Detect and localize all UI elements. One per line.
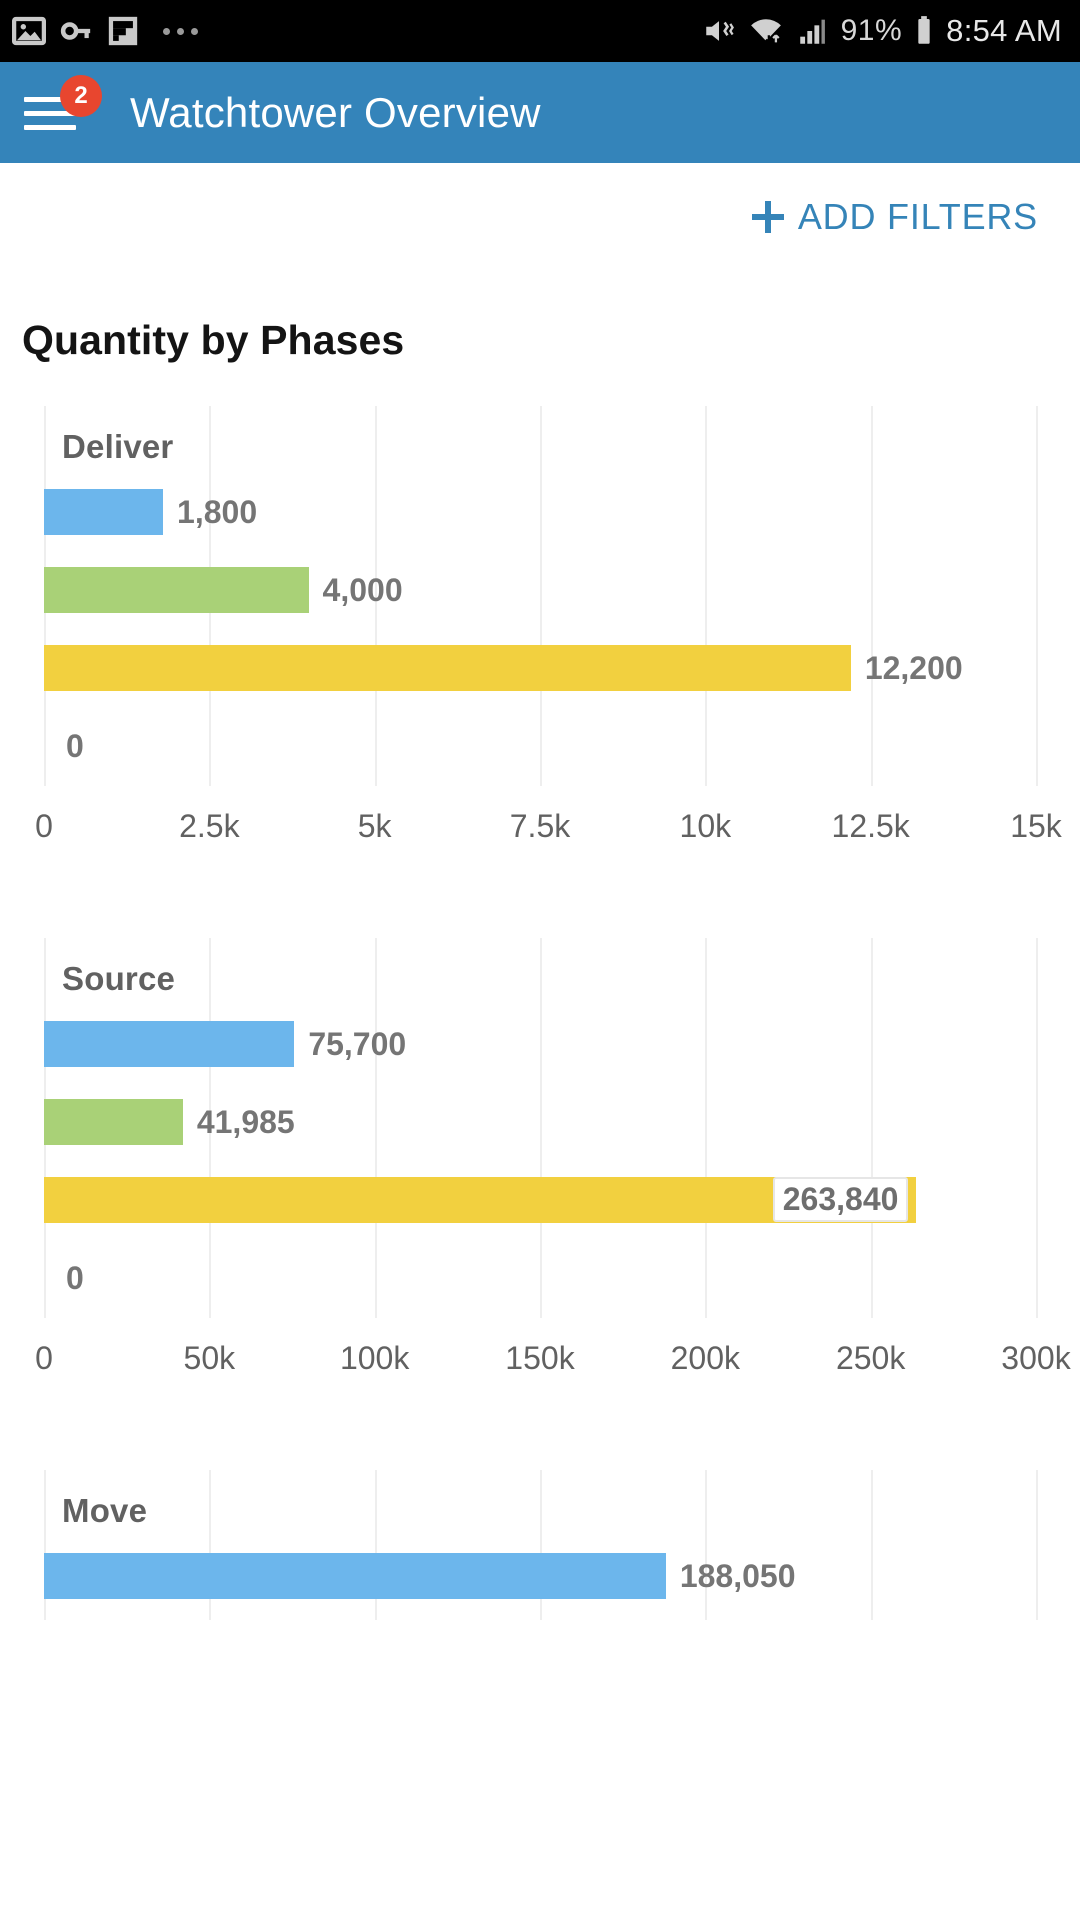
- status-bar: 91% 8:54 AM: [0, 0, 1080, 62]
- axis-tick-label: 2.5k: [179, 808, 240, 844]
- bar-row[interactable]: 188,050: [44, 1548, 1036, 1604]
- flipboard-icon: [108, 16, 138, 46]
- signal-icon: [799, 19, 825, 44]
- axis-tick-label: 10k: [679, 808, 732, 844]
- bar-value-label: 263,840: [772, 1177, 909, 1222]
- bar-row[interactable]: 41,985: [44, 1094, 1036, 1150]
- axis-tick-label: 300k: [1001, 1340, 1071, 1376]
- x-axis: 0 2.5k 5k 7.5k 10k 12.5k 15k: [35, 786, 1062, 862]
- bar[interactable]: [44, 489, 164, 535]
- app-bar: 2 Watchtower Overview: [0, 62, 1080, 163]
- main-content: ADD FILTERS Quantity by Phases Deliver 1,…: [0, 163, 1080, 1620]
- bar-row[interactable]: 4,000: [44, 562, 1036, 618]
- axis-tick-label: 12.5k: [831, 808, 910, 844]
- bar-row[interactable]: 0: [44, 718, 1036, 774]
- axis-tick-label: 250k: [835, 1340, 906, 1376]
- overflow-dots-icon: [163, 27, 198, 35]
- wifi-icon: [750, 19, 781, 44]
- status-bar-right-icons: 91% 8:54 AM: [702, 13, 1062, 49]
- bar[interactable]: [44, 1099, 183, 1145]
- category-label: Deliver: [62, 428, 174, 465]
- bar-group: 188,050: [44, 1548, 1036, 1626]
- axis-tick-label: 150k: [505, 1340, 575, 1376]
- chart-move: Move 188,050: [0, 1470, 1080, 1620]
- notification-badge: 2: [60, 74, 102, 117]
- bar-value-label: 0: [66, 727, 84, 764]
- page-title: Watchtower Overview: [130, 88, 541, 136]
- bar-row[interactable]: 0: [44, 1250, 1036, 1306]
- plot-area: Deliver 1,800 4,000 12,200 0: [44, 406, 1038, 786]
- bar-group: 1,800 4,000 12,200 0: [44, 484, 1036, 796]
- chart-source: Source 75,700 41,985 263,840 0 0 50k 100k 150k 20…: [0, 938, 1080, 1394]
- axis-tick-label: 100k: [339, 1340, 410, 1376]
- section-title: Quantity by Phases: [22, 317, 405, 363]
- axis-tick-label: 7.5k: [509, 808, 571, 844]
- plot-area: Move 188,050: [44, 1470, 1038, 1620]
- bar-value-label: 41,985: [196, 1103, 295, 1140]
- bar-group: 75,700 41,985 263,840 0: [44, 1016, 1036, 1328]
- mute-vibrate-icon: [705, 21, 734, 41]
- filters-toolbar: ADD FILTERS: [0, 163, 1080, 271]
- bar[interactable]: 263,840: [44, 1177, 917, 1223]
- axis-tick-label: 0: [35, 1340, 53, 1376]
- battery-icon: [918, 16, 930, 44]
- bar-value-label: 4,000: [322, 571, 403, 608]
- image-icon: [12, 16, 46, 46]
- bar[interactable]: [44, 1021, 295, 1067]
- axis-tick-label: 50k: [183, 1340, 236, 1376]
- chart-deliver: Deliver 1,800 4,000 12,200 0 0 2.5k 5k 7.5k 10k 12…: [0, 406, 1080, 862]
- category-label: Move: [62, 1492, 148, 1529]
- bar-row[interactable]: 1,800: [44, 484, 1036, 540]
- axis-tick-label: 5k: [357, 808, 392, 844]
- axis-tick-label: 200k: [670, 1340, 741, 1376]
- bar-row[interactable]: 75,700: [44, 1016, 1036, 1072]
- bar[interactable]: [44, 645, 851, 691]
- gridline: [1036, 938, 1038, 1318]
- hamburger-menu-icon[interactable]: 2: [24, 74, 102, 135]
- battery-percent-label: 91%: [840, 14, 903, 47]
- clock-label: 8:54 AM: [946, 13, 1062, 48]
- plot-area: Source 75,700 41,985 263,840 0: [44, 938, 1038, 1318]
- category-label: Source: [62, 960, 176, 997]
- add-filters-button[interactable]: ADD FILTERS: [751, 196, 1038, 238]
- bar-value-label: 0: [66, 1259, 84, 1296]
- gridline: [1036, 406, 1038, 786]
- bar-value-label: 1,800: [177, 493, 258, 530]
- gridline: [1036, 1470, 1038, 1620]
- bar[interactable]: [44, 1553, 666, 1599]
- bar-value-label: 12,200: [864, 649, 963, 686]
- key-icon: [60, 22, 91, 40]
- status-bar-left-icons: [12, 14, 198, 48]
- axis-tick-label: 0: [35, 808, 53, 844]
- bar[interactable]: [44, 567, 309, 613]
- bar-row[interactable]: 12,200: [44, 640, 1036, 696]
- bar-value-label: 188,050: [679, 1557, 796, 1594]
- charts-container: Deliver 1,800 4,000 12,200 0 0 2.5k 5k 7.5k 10k 12…: [0, 406, 1080, 1620]
- bar-value-label: 75,700: [308, 1025, 407, 1062]
- add-filters-label: ADD FILTERS: [797, 196, 1038, 237]
- axis-tick-label: 15k: [1010, 808, 1062, 844]
- plus-icon: [751, 201, 784, 233]
- bar-row[interactable]: 263,840: [44, 1172, 1036, 1228]
- x-axis: 0 50k 100k 150k 200k 250k 300k: [35, 1318, 1071, 1394]
